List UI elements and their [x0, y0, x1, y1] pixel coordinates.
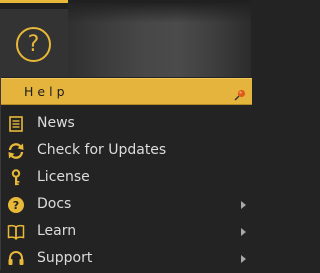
- news-icon: [9, 116, 23, 132]
- question-circle-icon: ?: [8, 197, 24, 213]
- menu-header: Help: [1, 78, 252, 105]
- help-icon: ?: [16, 27, 51, 62]
- menu-item-label: Docs: [37, 196, 72, 212]
- top-toolbar: ?: [0, 0, 251, 77]
- menu-item-label: Learn: [37, 223, 77, 239]
- menu-item-support[interactable]: Support: [1, 246, 252, 273]
- pin-icon[interactable]: [234, 89, 246, 101]
- menu-item-learn[interactable]: Learn: [1, 219, 252, 246]
- menu-item-label: Support: [37, 250, 93, 266]
- help-menu: Help News Check for Updates License ? Do…: [0, 77, 252, 273]
- menu-item-label: License: [37, 169, 90, 185]
- active-tab-indicator: [0, 0, 68, 3]
- svg-text:?: ?: [13, 199, 19, 212]
- book-icon: [7, 224, 25, 240]
- help-button[interactable]: ?: [0, 9, 68, 77]
- menu-item-news[interactable]: News: [1, 111, 252, 138]
- headset-icon: [8, 251, 24, 265]
- submenu-arrow-icon: [241, 228, 246, 236]
- menu-item-label: Check for Updates: [37, 142, 167, 158]
- submenu-arrow-icon: [241, 255, 246, 263]
- key-icon: [11, 169, 21, 186]
- menu-title: Help: [24, 84, 69, 99]
- menu-item-license[interactable]: License: [1, 165, 252, 192]
- refresh-icon: [8, 143, 24, 159]
- menu-item-docs[interactable]: ? Docs: [1, 192, 252, 219]
- background-panel: [68, 3, 251, 77]
- menu-item-label: News: [37, 115, 75, 131]
- submenu-arrow-icon: [241, 201, 246, 209]
- menu-item-check-for-updates[interactable]: Check for Updates: [1, 138, 252, 165]
